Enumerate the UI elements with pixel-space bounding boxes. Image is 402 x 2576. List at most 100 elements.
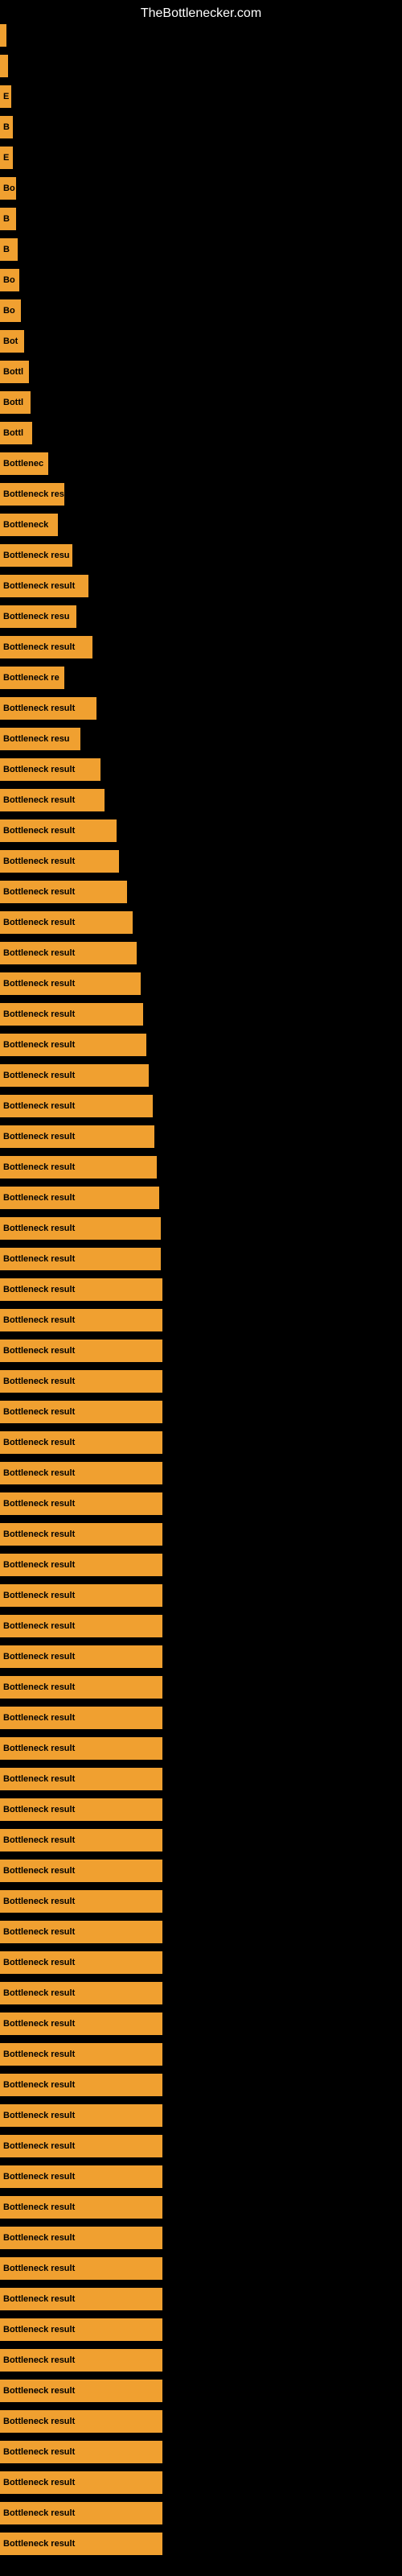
- bar-74: Bottleneck result: [0, 2288, 162, 2310]
- bar-45: Bottleneck result: [0, 1401, 162, 1423]
- bar-58: Bottleneck result: [0, 1798, 162, 1821]
- bar-0: [0, 24, 6, 47]
- bar-label-56: Bottleneck result: [3, 1744, 75, 1753]
- bar-row-56: Bottleneck result: [0, 1737, 162, 1760]
- bar-label-33: Bottleneck result: [3, 1040, 75, 1050]
- bar-78: Bottleneck result: [0, 2410, 162, 2433]
- bar-40: Bottleneck result: [0, 1248, 161, 1270]
- bar-label-77: Bottleneck result: [3, 2386, 75, 2396]
- bar-label-45: Bottleneck result: [3, 1407, 75, 1417]
- bar-52: Bottleneck result: [0, 1615, 162, 1637]
- bar-label-63: Bottleneck result: [3, 1958, 75, 1967]
- bar-label-81: Bottleneck result: [3, 2508, 75, 2518]
- bar-row-52: Bottleneck result: [0, 1615, 162, 1637]
- bar-75: Bottleneck result: [0, 2318, 162, 2341]
- bar-row-81: Bottleneck result: [0, 2502, 162, 2524]
- bar-68: Bottleneck result: [0, 2104, 162, 2127]
- bar-row-66: Bottleneck result: [0, 2043, 162, 2066]
- bar-12: Bottl: [0, 391, 31, 414]
- bar-24: Bottleneck result: [0, 758, 100, 781]
- bar-label-58: Bottleneck result: [3, 1805, 75, 1814]
- bar-82: Bottleneck result: [0, 2533, 162, 2555]
- bar-row-38: Bottleneck result: [0, 1187, 159, 1209]
- bar-6: B: [0, 208, 16, 230]
- bar-22: Bottleneck result: [0, 697, 96, 720]
- bar-42: Bottleneck result: [0, 1309, 162, 1331]
- bar-row-68: Bottleneck result: [0, 2104, 162, 2127]
- bar-26: Bottleneck result: [0, 819, 117, 842]
- bar-59: Bottleneck result: [0, 1829, 162, 1852]
- bar-label-41: Bottleneck result: [3, 1285, 75, 1294]
- bar-row-72: Bottleneck result: [0, 2227, 162, 2249]
- bar-label-72: Bottleneck result: [3, 2233, 75, 2243]
- bar-66: Bottleneck result: [0, 2043, 162, 2066]
- bar-35: Bottleneck result: [0, 1095, 153, 1117]
- bar-row-53: Bottleneck result: [0, 1645, 162, 1668]
- bar-row-47: Bottleneck result: [0, 1462, 162, 1484]
- bar-label-39: Bottleneck result: [3, 1224, 75, 1233]
- bar-label-68: Bottleneck result: [3, 2111, 75, 2120]
- bar-row-25: Bottleneck result: [0, 789, 105, 811]
- bar-row-9: Bo: [0, 299, 21, 322]
- bar-row-75: Bottleneck result: [0, 2318, 162, 2341]
- bar-31: Bottleneck result: [0, 972, 141, 995]
- bar-label-3: B: [3, 122, 10, 132]
- bar-54: Bottleneck result: [0, 1676, 162, 1699]
- bar-77: Bottleneck result: [0, 2380, 162, 2402]
- bar-label-7: B: [3, 245, 10, 254]
- bar-row-34: Bottleneck result: [0, 1064, 149, 1087]
- bar-row-59: Bottleneck result: [0, 1829, 162, 1852]
- bar-18: Bottleneck result: [0, 575, 88, 597]
- bar-label-54: Bottleneck result: [3, 1682, 75, 1692]
- bar-row-30: Bottleneck result: [0, 942, 137, 964]
- bar-row-19: Bottleneck resu: [0, 605, 76, 628]
- bar-row-40: Bottleneck result: [0, 1248, 161, 1270]
- bar-4: E: [0, 147, 13, 169]
- bar-label-2: E: [3, 92, 9, 101]
- bar-37: Bottleneck result: [0, 1156, 157, 1179]
- bar-label-64: Bottleneck result: [3, 1988, 75, 1998]
- bar-label-19: Bottleneck resu: [3, 612, 70, 621]
- bar-label-78: Bottleneck result: [3, 2417, 75, 2426]
- bar-label-67: Bottleneck result: [3, 2080, 75, 2090]
- bar-row-32: Bottleneck result: [0, 1003, 143, 1026]
- bar-47: Bottleneck result: [0, 1462, 162, 1484]
- bar-44: Bottleneck result: [0, 1370, 162, 1393]
- bar-5: Bo: [0, 177, 16, 200]
- bar-row-33: Bottleneck result: [0, 1034, 146, 1056]
- bar-row-55: Bottleneck result: [0, 1707, 162, 1729]
- bar-label-69: Bottleneck result: [3, 2141, 75, 2151]
- bar-label-34: Bottleneck result: [3, 1071, 75, 1080]
- bar-36: Bottleneck result: [0, 1125, 154, 1148]
- bar-label-5: Bo: [3, 184, 15, 193]
- bar-row-50: Bottleneck result: [0, 1554, 162, 1576]
- bar-51: Bottleneck result: [0, 1584, 162, 1607]
- bar-row-3: B: [0, 116, 13, 138]
- bar-label-11: Bottl: [3, 367, 23, 377]
- bar-46: Bottleneck result: [0, 1431, 162, 1454]
- bar-60: Bottleneck result: [0, 1860, 162, 1882]
- bar-label-43: Bottleneck result: [3, 1346, 75, 1356]
- bar-8: Bo: [0, 269, 19, 291]
- bar-label-6: B: [3, 214, 10, 224]
- bar-label-20: Bottleneck result: [3, 642, 75, 652]
- bar-row-31: Bottleneck result: [0, 972, 141, 995]
- bar-label-17: Bottleneck resu: [3, 551, 70, 560]
- bar-76: Bottleneck result: [0, 2349, 162, 2372]
- bar-row-63: Bottleneck result: [0, 1951, 162, 1974]
- bar-row-15: Bottleneck res: [0, 483, 64, 506]
- bar-label-82: Bottleneck result: [3, 2539, 75, 2549]
- bar-label-73: Bottleneck result: [3, 2264, 75, 2273]
- bar-53: Bottleneck result: [0, 1645, 162, 1668]
- bar-label-47: Bottleneck result: [3, 1468, 75, 1478]
- bar-row-82: Bottleneck result: [0, 2533, 162, 2555]
- bar-39: Bottleneck result: [0, 1217, 161, 1240]
- bar-row-29: Bottleneck result: [0, 911, 133, 934]
- bar-label-44: Bottleneck result: [3, 1377, 75, 1386]
- bar-row-73: Bottleneck result: [0, 2257, 162, 2280]
- bar-label-79: Bottleneck result: [3, 2447, 75, 2457]
- bar-row-46: Bottleneck result: [0, 1431, 162, 1454]
- bar-row-21: Bottleneck re: [0, 667, 64, 689]
- bar-label-4: E: [3, 153, 9, 163]
- bar-label-51: Bottleneck result: [3, 1591, 75, 1600]
